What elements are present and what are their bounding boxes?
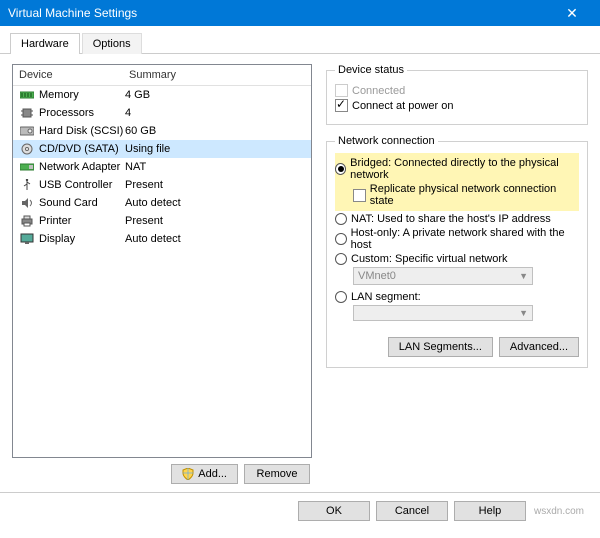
chevron-down-icon: ▼	[519, 308, 528, 318]
tab-options[interactable]: Options	[82, 33, 142, 54]
radio-lansegment[interactable]	[335, 291, 347, 303]
watermark: wsxdn.com	[534, 506, 584, 517]
cd-icon	[19, 142, 35, 156]
shield-icon	[182, 468, 194, 480]
window-title: Virtual Machine Settings	[8, 6, 137, 20]
title-bar: Virtual Machine Settings ✕	[0, 0, 600, 26]
connect-poweron-checkbox[interactable]	[335, 99, 348, 112]
device-list-header: Device Summary	[13, 65, 311, 86]
nic-icon	[19, 160, 35, 174]
col-device[interactable]: Device	[19, 69, 129, 81]
custom-label: Custom: Specific virtual network	[351, 253, 508, 265]
device-status-group: Device status Connected Connect at power…	[326, 64, 588, 125]
replicate-checkbox[interactable]	[353, 189, 366, 202]
row-memory[interactable]: Memory 4 GB	[13, 86, 311, 104]
tab-hardware[interactable]: Hardware	[10, 33, 80, 54]
row-processors[interactable]: Processors 4	[13, 104, 311, 122]
cpu-icon	[19, 106, 35, 120]
device-status-legend: Device status	[335, 64, 407, 76]
bridged-label: Bridged: Connected directly to the physi…	[350, 157, 579, 181]
hdd-icon	[19, 124, 35, 138]
tab-strip: Hardware Options	[0, 26, 600, 54]
radio-custom[interactable]	[335, 253, 347, 265]
add-button[interactable]: Add...	[171, 464, 238, 484]
printer-icon	[19, 214, 35, 228]
row-display[interactable]: Display Auto detect	[13, 230, 311, 248]
col-summary[interactable]: Summary	[129, 69, 305, 81]
network-connection-group: Network connection Bridged: Connected di…	[326, 135, 588, 368]
dialog-footer: OK Cancel Help wsxdn.com	[0, 492, 600, 529]
help-button[interactable]: Help	[454, 501, 526, 521]
nat-label: NAT: Used to share the host's IP address	[351, 213, 551, 225]
connect-poweron-label: Connect at power on	[352, 100, 454, 112]
row-sound[interactable]: Sound Card Auto detect	[13, 194, 311, 212]
hostonly-label: Host-only: A private network shared with…	[351, 227, 579, 251]
connected-label: Connected	[352, 85, 405, 97]
row-printer[interactable]: Printer Present	[13, 212, 311, 230]
radio-bridged[interactable]	[335, 163, 346, 175]
radio-nat[interactable]	[335, 213, 347, 225]
ok-button[interactable]: OK	[298, 501, 370, 521]
row-harddisk[interactable]: Hard Disk (SCSI) 60 GB	[13, 122, 311, 140]
cancel-button[interactable]: Cancel	[376, 501, 448, 521]
usb-icon	[19, 178, 35, 192]
vmnet-select: VMnet0 ▼	[353, 267, 533, 285]
network-legend: Network connection	[335, 135, 438, 147]
lan-segments-button[interactable]: LAN Segments...	[388, 337, 493, 357]
close-icon[interactable]: ✕	[552, 5, 592, 22]
connected-checkbox	[335, 84, 348, 97]
chevron-down-icon: ▼	[519, 271, 528, 281]
lansegment-select: ▼	[353, 305, 533, 321]
display-icon	[19, 232, 35, 246]
row-network[interactable]: Network Adapter NAT	[13, 158, 311, 176]
advanced-button[interactable]: Advanced...	[499, 337, 579, 357]
radio-hostonly[interactable]	[335, 233, 347, 245]
lansegment-label: LAN segment:	[351, 291, 421, 303]
device-list: Device Summary Memory 4 GB Processors 4 …	[12, 64, 312, 458]
sound-icon	[19, 196, 35, 210]
replicate-label: Replicate physical network connection st…	[370, 183, 579, 207]
row-cddvd[interactable]: CD/DVD (SATA) Using file	[13, 140, 311, 158]
memory-icon	[19, 88, 35, 102]
remove-button[interactable]: Remove	[244, 464, 310, 484]
row-usb[interactable]: USB Controller Present	[13, 176, 311, 194]
